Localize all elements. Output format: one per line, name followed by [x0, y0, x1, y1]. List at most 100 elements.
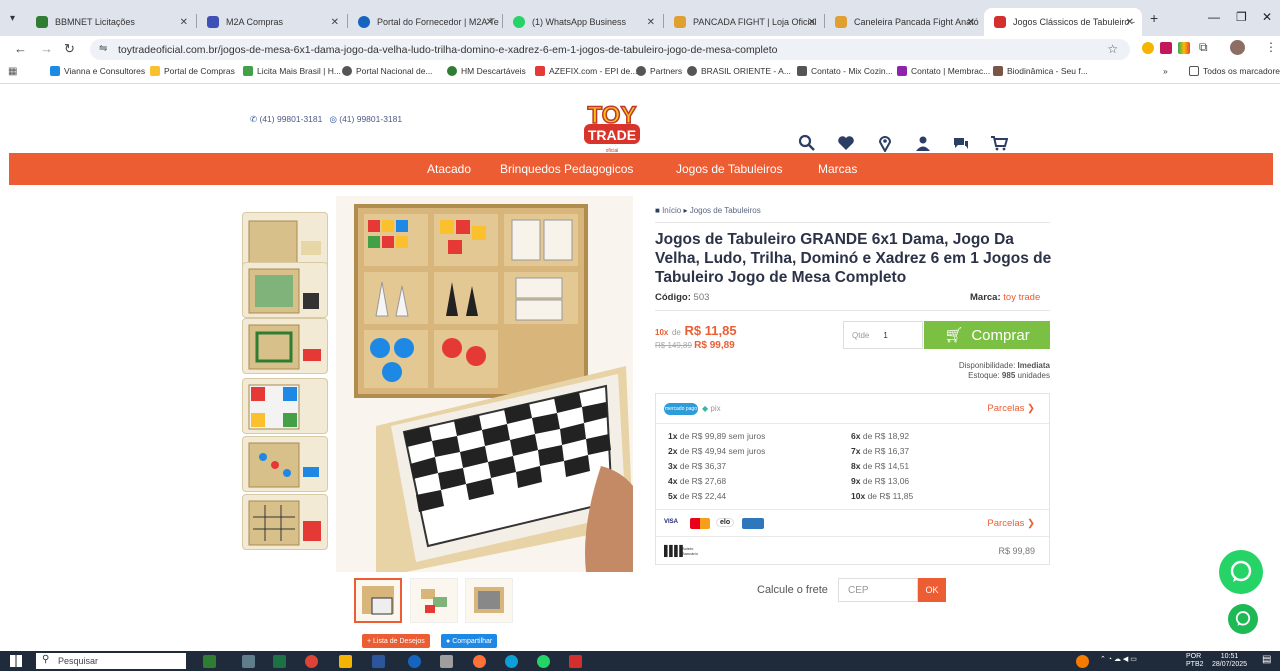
close-icon[interactable]: ✕ [808, 17, 816, 28]
whatsapp-number[interactable]: (41) 99801-3181 [339, 114, 402, 124]
chat-icon[interactable] [952, 134, 970, 152]
bookmark-item[interactable]: HM Descartáveis [447, 66, 526, 76]
thumbnail-1[interactable] [354, 578, 402, 623]
parcelas-toggle[interactable]: Parcelas ❯ [987, 403, 1035, 414]
reload-icon[interactable]: ↻ [64, 41, 75, 57]
extension-icon[interactable] [1160, 42, 1172, 54]
bookmark-item[interactable]: Portal de Compras [150, 66, 235, 76]
language-indicator[interactable]: POR PTB2 [1186, 653, 1204, 669]
back-arrow-icon[interactable]: ← [14, 41, 27, 56]
firefox-icon[interactable] [473, 655, 486, 668]
menu-kebab-icon[interactable]: ⋮ [1265, 40, 1277, 54]
app-icon[interactable] [440, 655, 453, 668]
bookmark-item[interactable]: Contato | Membrac... [897, 66, 990, 76]
tab-search-icon[interactable]: ▾ [10, 13, 15, 24]
buy-button[interactable]: 🛒︎ Comprar [924, 321, 1050, 349]
tab-caneleira[interactable]: Caneleira Pancada Fight Anató ✕ [825, 8, 983, 36]
cart-icon[interactable] [990, 134, 1008, 152]
user-icon[interactable] [914, 134, 932, 152]
extension-icon[interactable] [1178, 42, 1190, 54]
weather-icon[interactable] [1076, 655, 1089, 668]
bookmark-item[interactable]: Vianna e Consultores [50, 66, 145, 76]
close-icon[interactable]: ✕ [486, 17, 494, 28]
extension-icon[interactable] [1142, 42, 1154, 54]
tab-bbmnet[interactable]: BBMNET Licitações ✕ [26, 8, 196, 36]
whatsapp-app-icon[interactable] [537, 655, 550, 668]
folder-icon: ■ [655, 206, 660, 215]
phone-number[interactable]: (41) 99801-3181 [260, 114, 323, 124]
location-pin-icon[interactable] [876, 134, 894, 152]
bookmark-item[interactable]: AZEFIX.com - EPI de... [535, 66, 637, 76]
parcelas-toggle[interactable]: Parcelas ❯ [987, 518, 1035, 529]
nav-marcas[interactable]: Marcas [818, 162, 857, 176]
toytrade-logo[interactable]: TOY TRADE oficial [579, 97, 645, 155]
task-view-icon[interactable] [242, 655, 255, 668]
boleto-row[interactable]: ▌▌▌▌ Boleto Bancário R$ 99,89 [656, 537, 1049, 565]
plant-app-icon[interactable] [203, 655, 216, 668]
apps-grid-icon[interactable]: ▦ [8, 66, 17, 77]
all-bookmarks-folder[interactable]: Todos os marcadores [1189, 66, 1280, 76]
minimize-icon[interactable]: — [1208, 10, 1220, 24]
whatsapp-float-button[interactable] [1219, 550, 1263, 594]
nav-brinquedos-pedagogicos[interactable]: Brinquedos Pedagogicos [500, 162, 633, 176]
wishlist-button[interactable]: + Lista de Desejos [362, 634, 430, 648]
close-icon[interactable]: ✕ [967, 17, 975, 28]
tab-whatsapp[interactable]: (1) WhatsApp Business ✕ [503, 8, 663, 36]
close-window-icon[interactable]: ✕ [1262, 10, 1272, 24]
breadcrumb-category[interactable]: Jogos de Tabuleiros [690, 206, 761, 215]
address-bar[interactable]: ⇋ toytradeoficial.com.br/jogos-de-mesa-6… [90, 39, 1130, 60]
close-icon[interactable]: ✕ [331, 17, 339, 28]
forward-arrow-icon[interactable]: → [40, 41, 53, 56]
bookmarks-overflow-button[interactable]: » [1163, 66, 1168, 76]
notifications-icon[interactable]: ▤ [1262, 654, 1271, 665]
edge-icon[interactable] [505, 655, 518, 668]
drop-app-icon[interactable] [408, 655, 421, 668]
bookmark-item[interactable]: Biodinâmica - Seu f... [993, 66, 1088, 76]
cep-ok-button[interactable]: OK [918, 578, 946, 602]
thumbnail-3[interactable] [465, 578, 513, 623]
cep-input[interactable]: CEP [838, 578, 918, 602]
bookmark-item[interactable]: Partners [636, 66, 682, 76]
nav-atacado[interactable]: Atacado [427, 162, 471, 176]
restore-icon[interactable]: ❐ [1236, 10, 1247, 24]
cards-row[interactable]: VISA elo Parcelas ❯ [656, 509, 1049, 537]
bookmark-item[interactable]: Contato - Mix Cozin... [797, 66, 893, 76]
brand-value[interactable]: toy trade [1003, 292, 1040, 303]
taskbar-search[interactable]: ⚲ Pesquisar [36, 653, 186, 669]
thumbnail-2[interactable] [410, 578, 458, 623]
tab-jogos-classicos[interactable]: Jogos Clássicos de Tabuleiro - ✕ [984, 8, 1142, 36]
new-tab-button[interactable]: + [1150, 10, 1158, 26]
file-explorer-icon[interactable] [339, 655, 352, 668]
bookmark-star-icon[interactable]: ☆ [1107, 42, 1118, 56]
pdf-reader-icon[interactable] [569, 655, 582, 668]
gallery-side-image-2 [242, 262, 328, 318]
extensions-puzzle-icon[interactable]: ⧉ [1199, 40, 1208, 55]
chrome-icon[interactable] [305, 655, 318, 668]
search-icon[interactable] [798, 134, 816, 152]
breadcrumb-home[interactable]: Início [662, 206, 681, 215]
clock[interactable]: 10:51 28/07/2025 [1212, 653, 1247, 669]
tab-m2a-compras[interactable]: M2A Compras ✕ [197, 8, 347, 36]
heart-icon[interactable] [837, 134, 855, 152]
nav-jogos-de-tabuleiros[interactable]: Jogos de Tabuleiros [676, 162, 783, 176]
excel-icon[interactable] [273, 655, 286, 668]
bookmark-favicon-icon [50, 66, 60, 76]
word-icon[interactable] [372, 655, 385, 668]
whatsapp-float-button-small[interactable] [1228, 604, 1258, 634]
quantity-field[interactable]: Qtde 1 [843, 321, 923, 349]
close-icon[interactable]: ✕ [1126, 17, 1134, 28]
bookmark-item[interactable]: Licita Mais Brasil | H... [243, 66, 341, 76]
mercadopago-row[interactable]: mercado pago ◆ pix Parcelas ❯ [656, 394, 1049, 424]
profile-avatar[interactable] [1230, 40, 1245, 55]
bookmark-item[interactable]: BRASIL ORIENTE - A... [687, 66, 791, 76]
bookmark-item[interactable]: Portal Nacional de... [342, 66, 433, 76]
close-icon[interactable]: ✕ [647, 17, 655, 28]
windows-start-icon[interactable] [10, 655, 22, 667]
close-icon[interactable]: ✕ [180, 17, 188, 28]
product-title: Jogos de Tabuleiro GRANDE 6x1 Dama, Jogo… [655, 231, 1052, 286]
tray-icons[interactable]: ⌃ ◔ ☁ ◀ ▭ [1100, 655, 1137, 663]
share-button[interactable]: ● Compartilhar [441, 634, 498, 648]
tab-pancada-fight[interactable]: PANCADA FIGHT | Loja Oficial ✕ [664, 8, 824, 36]
tab-portal-fornecedor[interactable]: Portal do Fornecedor | M2A Te ✕ [348, 8, 502, 36]
site-info-icon[interactable]: ⇋ [99, 43, 107, 54]
